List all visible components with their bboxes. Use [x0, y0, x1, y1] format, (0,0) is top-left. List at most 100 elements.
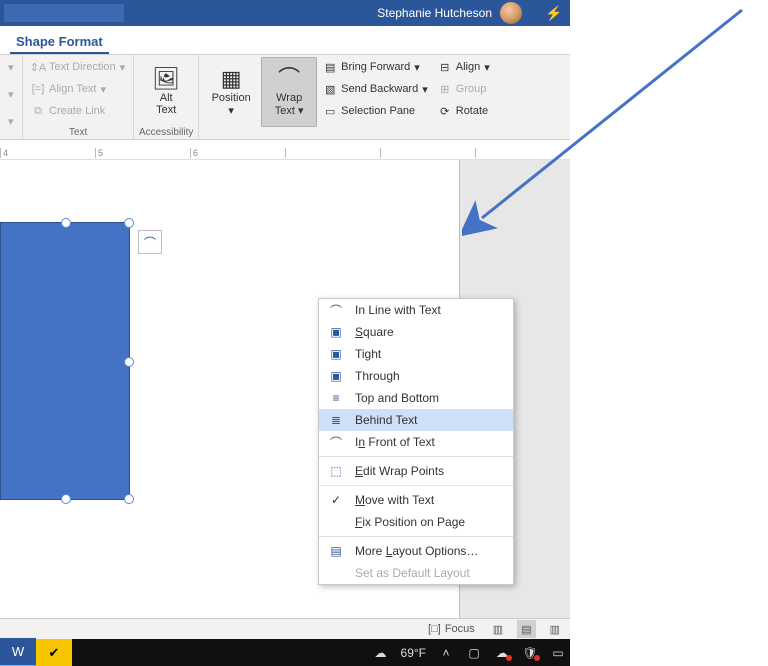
label: Create Link: [49, 105, 105, 117]
chevron-down-icon: ▾: [4, 57, 18, 77]
through-icon: ▣: [327, 369, 345, 383]
account-avatar[interactable]: [500, 2, 522, 24]
windows-taskbar: W ✔ ☁ 69°F ˄ ▢ ☁ 🛡 ▭: [0, 639, 570, 666]
weather-temp[interactable]: 69°F: [401, 646, 426, 660]
layout-options-floatie[interactable]: ⌒: [138, 230, 162, 254]
label: Tight: [355, 347, 381, 361]
group-label: Text: [27, 127, 129, 139]
label: Square: [355, 325, 394, 339]
label: More Layout Options…: [355, 544, 478, 558]
menu-item-fix-position[interactable]: Fix Position on Page: [319, 511, 513, 533]
label: Text: [275, 105, 295, 117]
ribbon-group-text: ⇕AText Direction ▾ [=]Align Text ▾ ⧉Crea…: [23, 55, 134, 139]
ruler-tick: [285, 148, 380, 158]
ruler-tick: [475, 148, 570, 158]
position-icon: ▦: [221, 68, 242, 90]
tray-display-icon[interactable]: ▭: [550, 646, 566, 660]
resize-handle-bottom-right[interactable]: [124, 494, 134, 504]
chevron-down-icon: ▾: [4, 84, 18, 104]
alt-text-button[interactable]: 🖼 Alt Text: [138, 57, 194, 127]
text-direction-icon: ⇕A: [31, 60, 45, 74]
print-layout-button[interactable]: ▤: [517, 620, 535, 638]
horizontal-ruler[interactable]: 4 5 6: [0, 140, 570, 160]
tray-meet-now-icon[interactable]: ▢: [466, 646, 482, 660]
menu-item-inline[interactable]: ⌒ In Line with Text: [319, 299, 513, 321]
chevron-down-icon: ▾: [295, 105, 304, 117]
focus-mode-button[interactable]: [□]Focus: [424, 620, 479, 638]
web-layout-button[interactable]: ▥: [546, 620, 564, 638]
quick-access-area[interactable]: [4, 4, 124, 22]
alt-text-icon: 🖼: [152, 68, 180, 90]
title-bar: Stephanie Hutcheson ⚡: [0, 0, 570, 26]
overflow-left[interactable]: ▾ ▾ ▾: [0, 55, 23, 139]
selected-rectangle-shape[interactable]: [0, 222, 130, 500]
menu-separator: [319, 485, 513, 486]
align-button[interactable]: ⊟Align ▾: [434, 57, 494, 77]
top-bottom-icon: ≡: [327, 391, 345, 405]
inline-icon: ⌒: [327, 302, 345, 319]
word-window: Stephanie Hutcheson ⚡ Shape Format ▾ ▾ ▾…: [0, 0, 570, 666]
label: Behind Text: [355, 413, 418, 427]
label: Alt: [160, 92, 173, 104]
check-icon: ✓: [327, 493, 345, 507]
weather-cloud-icon[interactable]: ☁: [373, 646, 389, 660]
account-name[interactable]: Stephanie Hutcheson: [377, 6, 492, 20]
label: Through: [355, 369, 400, 383]
read-mode-button[interactable]: ▥: [489, 620, 507, 638]
label: Send Backward: [341, 83, 418, 95]
menu-item-square[interactable]: ▣Square: [319, 321, 513, 343]
ribbon-group-accessibility: 🖼 Alt Text Accessibility: [134, 55, 199, 139]
bring-forward-button[interactable]: ▤Bring Forward ▾: [319, 57, 432, 77]
menu-item-through[interactable]: ▣ Through: [319, 365, 513, 387]
label: Rotate: [456, 105, 488, 117]
rotate-button[interactable]: ⟳Rotate: [434, 101, 494, 121]
tray-security-icon[interactable]: 🛡: [522, 646, 538, 660]
resize-handle-top-right[interactable]: [124, 218, 134, 228]
coming-soon-icon[interactable]: ⚡: [538, 5, 570, 22]
tab-shape-format[interactable]: Shape Format: [10, 30, 109, 54]
label: Wrap: [276, 92, 302, 104]
align-text-icon: [=]: [31, 82, 45, 96]
wrap-text-menu: ⌒ In Line with Text ▣Square ▣Tight ▣ Throu…: [318, 298, 514, 585]
menu-item-more-layout-options[interactable]: ▤More Layout Options…: [319, 540, 513, 562]
menu-item-tight[interactable]: ▣Tight: [319, 343, 513, 365]
taskbar-word-icon[interactable]: W: [0, 638, 36, 666]
behind-text-icon: ≣: [327, 413, 345, 427]
selection-pane-button[interactable]: ▭ Selection Pane: [319, 101, 432, 121]
taskbar-norton-icon[interactable]: ✔: [36, 639, 72, 666]
label: Edit Wrap Points: [355, 464, 444, 478]
label: Move with Text: [355, 493, 434, 507]
print-layout-icon: ▤: [521, 623, 531, 636]
label: In Line with Text: [355, 303, 441, 317]
create-link-button: ⧉Create Link: [27, 101, 129, 121]
ribbon-group-arrange: ▦ Position ▾ ⌒ Wrap Text ▾ ▤Bring Forwar…: [199, 55, 498, 139]
menu-item-top-bottom[interactable]: ≡Top and Bottom: [319, 387, 513, 409]
focus-icon: [□]: [428, 623, 441, 635]
menu-item-in-front[interactable]: ⌒ In Front of Text: [319, 431, 513, 453]
menu-item-move-with-text[interactable]: ✓ Move with Text: [319, 489, 513, 511]
ruler-tick: 4: [0, 148, 95, 158]
align-text-button: [=]Align Text ▾: [27, 79, 129, 99]
wrap-text-button[interactable]: ⌒ Wrap Text ▾: [261, 57, 317, 127]
resize-handle-right[interactable]: [124, 357, 134, 367]
in-front-icon: ⌒: [327, 434, 345, 451]
menu-item-behind-text[interactable]: ≣ Behind Text: [319, 409, 513, 431]
ribbon-tabs: Shape Format: [0, 26, 570, 55]
selection-pane-icon: ▭: [323, 104, 337, 118]
label: Align: [456, 61, 480, 73]
menu-item-edit-wrap-points[interactable]: ⬚Edit Wrap Points: [319, 460, 513, 482]
resize-handle-top[interactable]: [61, 218, 71, 228]
tray-onedrive-icon[interactable]: ☁: [494, 646, 510, 660]
tray-chevron-up-icon[interactable]: ˄: [438, 646, 454, 660]
menu-separator: [319, 536, 513, 537]
resize-handle-bottom[interactable]: [61, 494, 71, 504]
label: In Front of Text: [355, 435, 435, 449]
document-canvas[interactable]: ⌒ ⌒ In Line with Text ▣Square ▣Tight ▣ Thr…: [0, 160, 570, 650]
position-button[interactable]: ▦ Position ▾: [203, 57, 259, 127]
ruler-tick: 6: [190, 148, 285, 158]
send-backward-button[interactable]: ▧Send Backward ▾: [319, 79, 432, 99]
ruler-tick: 5: [95, 148, 190, 158]
error-badge-icon: [506, 655, 512, 661]
label: Selection Pane: [341, 105, 415, 117]
menu-separator: [319, 456, 513, 457]
